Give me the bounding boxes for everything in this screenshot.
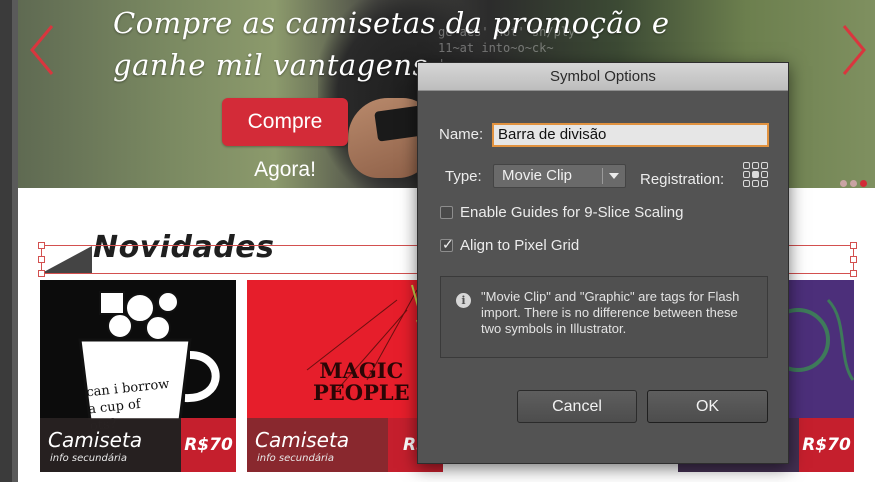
- product-card[interactable]: can i borrow a cup of ots? Camiseta info…: [40, 280, 236, 472]
- registration-point-grid-icon[interactable]: [743, 162, 769, 188]
- product-image-caption-line: MAGIC: [319, 358, 404, 383]
- symbol-name-input[interactable]: Barra de divisão: [492, 123, 769, 147]
- slide-dot-active[interactable]: [860, 180, 867, 187]
- name-label: Name:: [439, 126, 484, 143]
- registration-label: Registration:: [640, 171, 725, 188]
- product-image-caption: MAGIC PEOPLE: [313, 360, 410, 404]
- checkmark-icon: ✓: [442, 236, 454, 252]
- card-title: Camiseta: [255, 428, 350, 452]
- type-label: Type:: [445, 168, 482, 185]
- registration-point[interactable]: [743, 180, 750, 187]
- product-image-caption-line: PEOPLE: [313, 380, 410, 405]
- enable-guides-label[interactable]: Enable Guides for 9-Slice Scaling: [460, 204, 683, 221]
- slide-dot[interactable]: [840, 180, 847, 187]
- card-subtitle: info secundária: [257, 453, 334, 464]
- slide-indicator: [840, 172, 870, 187]
- card-price: R$70: [799, 418, 854, 472]
- chevron-left-icon[interactable]: [26, 22, 58, 78]
- card-subtitle: info secundária: [50, 453, 127, 464]
- selection-handle[interactable]: [38, 256, 45, 263]
- slide-dot[interactable]: [850, 180, 857, 187]
- product-card[interactable]: MAGIC PEOPLE Camiseta info secundária R$: [247, 280, 443, 472]
- registration-point-selected[interactable]: [752, 171, 759, 178]
- selection-handle[interactable]: [38, 242, 45, 249]
- selection-handle[interactable]: [850, 270, 857, 277]
- registration-point[interactable]: [761, 162, 768, 169]
- cancel-button[interactable]: Cancel: [517, 390, 637, 423]
- info-panel: i "Movie Clip" and "Graphic" are tags fo…: [440, 276, 768, 358]
- card-price: R$70: [181, 418, 236, 472]
- selection-handle[interactable]: [850, 242, 857, 249]
- info-text: "Movie Clip" and "Graphic" are tags for …: [481, 289, 740, 336]
- canvas-gutter: [0, 0, 18, 482]
- info-icon: i: [456, 293, 471, 308]
- selection-handle[interactable]: [850, 256, 857, 263]
- align-pixel-grid-checkbox[interactable]: ✓: [440, 236, 454, 252]
- registration-point[interactable]: [752, 180, 759, 187]
- registration-point[interactable]: [743, 171, 750, 178]
- symbol-options-dialog[interactable]: Symbol Options Name: Barra de divisão Ty…: [417, 62, 789, 464]
- banner-headline-line: Compre as camisetas da promoção e: [113, 6, 670, 40]
- ok-button[interactable]: OK: [647, 390, 768, 423]
- chevron-down-icon: [609, 173, 619, 179]
- align-pixel-grid-label[interactable]: Align to Pixel Grid: [460, 237, 579, 254]
- type-select-value: Movie Clip: [502, 167, 573, 184]
- card-title: Camiseta: [48, 428, 143, 452]
- registration-point[interactable]: [743, 162, 750, 169]
- registration-point[interactable]: [761, 171, 768, 178]
- type-select[interactable]: Movie Clip: [493, 164, 626, 188]
- buy-now-button[interactable]: Compre Agora!: [222, 98, 348, 181]
- enable-guides-checkbox[interactable]: [440, 206, 453, 219]
- registration-point[interactable]: [752, 162, 759, 169]
- registration-point[interactable]: [761, 180, 768, 187]
- select-divider: [602, 168, 603, 184]
- dialog-title[interactable]: Symbol Options: [418, 63, 788, 91]
- selection-handle[interactable]: [38, 270, 45, 277]
- chevron-right-icon[interactable]: [838, 22, 870, 78]
